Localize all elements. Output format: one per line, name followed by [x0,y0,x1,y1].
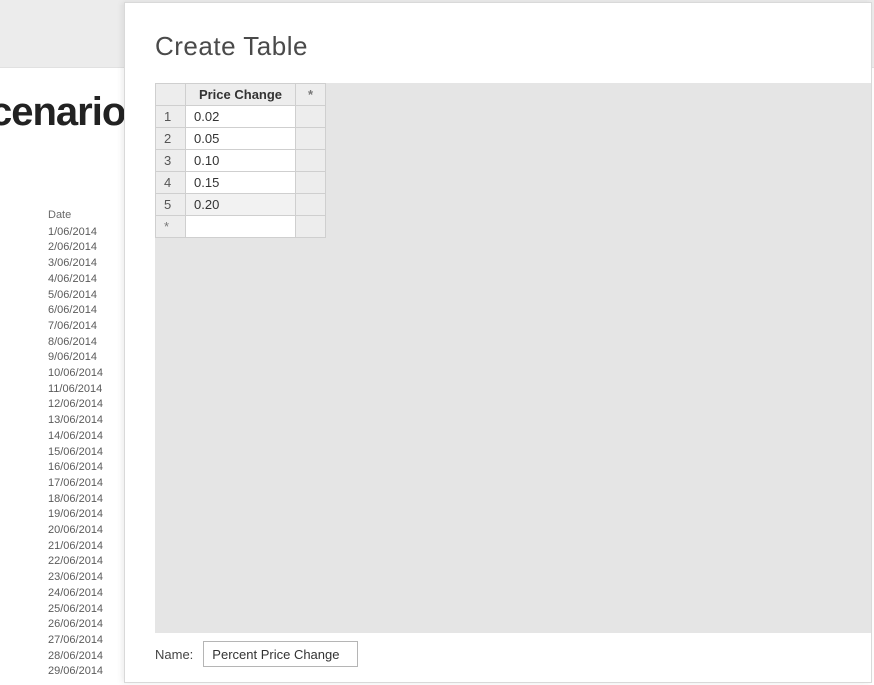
background-title: cenario [0,90,125,135]
table-row[interactable]: 50.20 [156,194,326,216]
cell-add-column [296,216,326,238]
date-cell: 18/06/2014 [48,492,103,508]
table-row[interactable]: 30.10 [156,150,326,172]
table-row[interactable]: 40.15 [156,172,326,194]
add-column-button[interactable]: * [296,84,326,106]
date-cell: 9/06/2014 [48,350,103,366]
date-cell: 19/06/2014 [48,507,103,523]
dialog-title: Create Table [155,31,308,62]
cell-price-change[interactable]: 0.10 [186,150,296,172]
cell-add-column [296,150,326,172]
row-number-header [156,84,186,106]
date-cell: 29/06/2014 [48,664,103,680]
table-row[interactable]: 20.05 [156,128,326,150]
date-cell: 8/06/2014 [48,335,103,351]
date-cell: 14/06/2014 [48,429,103,445]
cell-add-column [296,172,326,194]
row-number: 1 [156,106,186,128]
date-cell: 24/06/2014 [48,586,103,602]
date-cell: 22/06/2014 [48,554,103,570]
date-cell: 5/06/2014 [48,288,103,304]
cell-price-change[interactable]: 0.20 [186,194,296,216]
date-cell: 26/06/2014 [48,617,103,633]
date-cell: 20/06/2014 [48,523,103,539]
background-date-column: Date 1/06/20142/06/20143/06/20144/06/201… [48,208,103,680]
cell-price-change[interactable]: 0.05 [186,128,296,150]
cell-price-change[interactable]: 0.15 [186,172,296,194]
cell-add-column [296,106,326,128]
date-cell: 25/06/2014 [48,602,103,618]
date-cell: 10/06/2014 [48,366,103,382]
date-column-header: Date [48,208,103,224]
new-row[interactable]: * [156,216,326,238]
date-cell: 21/06/2014 [48,539,103,555]
date-cell: 27/06/2014 [48,633,103,649]
date-cell: 6/06/2014 [48,303,103,319]
table-name-input[interactable] [203,641,358,667]
cell-add-column [296,194,326,216]
row-number: 3 [156,150,186,172]
date-cell: 13/06/2014 [48,413,103,429]
date-cell: 11/06/2014 [48,382,103,398]
date-cell: 7/06/2014 [48,319,103,335]
date-cell: 2/06/2014 [48,240,103,256]
row-number: 5 [156,194,186,216]
date-cell: 16/06/2014 [48,460,103,476]
date-cell: 12/06/2014 [48,397,103,413]
table-row[interactable]: 10.02 [156,106,326,128]
date-cell: 23/06/2014 [48,570,103,586]
row-number: 4 [156,172,186,194]
new-row-cell[interactable] [186,216,296,238]
create-table-dialog: Create Table Price Change * 10.0220.0530… [124,2,872,683]
date-cell: 28/06/2014 [48,649,103,665]
column-header-price-change[interactable]: Price Change [186,84,296,106]
cell-price-change[interactable]: 0.02 [186,106,296,128]
row-number: 2 [156,128,186,150]
cell-add-column [296,128,326,150]
date-cell: 3/06/2014 [48,256,103,272]
date-cell: 15/06/2014 [48,445,103,461]
date-cell: 1/06/2014 [48,225,103,241]
new-row-indicator: * [156,216,186,238]
date-cell: 17/06/2014 [48,476,103,492]
name-label: Name: [155,647,193,662]
date-cell: 4/06/2014 [48,272,103,288]
table-grid-area: Price Change * 10.0220.0530.1040.1550.20… [155,83,871,633]
data-grid[interactable]: Price Change * 10.0220.0530.1040.1550.20… [155,83,326,238]
